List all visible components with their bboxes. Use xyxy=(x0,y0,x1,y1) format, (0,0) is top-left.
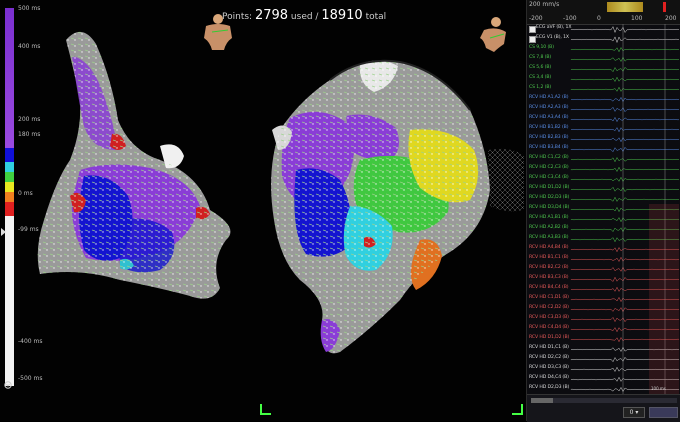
ecg-channel-row[interactable]: RCV HD C2,D2 (B) xyxy=(527,304,680,314)
ecg-channel-label: RCV HD D2,C2 (B) xyxy=(529,355,569,360)
ruler-tick-label: 100 xyxy=(631,15,643,22)
ecg-channel-row[interactable]: RCV HD B4,C4 (B) xyxy=(527,284,680,294)
ecg-channel-label: RCV HD C3,C4 (B) xyxy=(529,175,569,180)
ecg-channel-row[interactable]: RCV HD A3,A4 (B) xyxy=(527,114,680,124)
ecg-channel-label: RCV HD D4,C4 (B) xyxy=(529,375,569,380)
ecg-channel-row[interactable]: RCV HD D1,D2 (B) xyxy=(527,334,680,344)
ecg-channel-row[interactable]: RCV HD B1,C1 (B) xyxy=(527,254,680,264)
reference-marker[interactable] xyxy=(663,2,666,12)
right-chamber-map[interactable] xyxy=(271,59,524,354)
ecg-channel-row[interactable]: RCV HD C1,D1 (B) xyxy=(527,294,680,304)
ecg-channel-label: RCV HD A1,B1 (B) xyxy=(529,215,569,220)
ecg-channel-list[interactable]: ECG aVF (B), 1X ECG V1 (B), 1X CS 9,10 (B)… xyxy=(527,24,680,394)
zoom-select[interactable]: 0 ▾ xyxy=(623,407,645,418)
ecg-channel-label: RCV HD C4,D4 (B) xyxy=(529,325,569,330)
ecg-channel-row[interactable]: ECG aVF (B), 1X xyxy=(527,24,680,34)
ecg-channel-label: RCV HD A3,A4 (B) xyxy=(529,115,569,120)
ecg-channel-label: RCV HD A3,B3 (B) xyxy=(529,235,569,240)
ecg-channel-row[interactable]: RCV HD A3,B3 (B) xyxy=(527,234,680,244)
ecg-signal-panel[interactable]: 200 mm/s -200 -100 0 100 200 ECG aVF (B), 1X… xyxy=(526,0,680,422)
ecg-channel-label: CS 7,8 (B) xyxy=(529,55,552,60)
ecg-channel-label: RCV HD D1,C1 (B) xyxy=(529,345,569,350)
ecg-channel-row[interactable]: CS 9,10 (B) xyxy=(527,44,680,54)
channel-checkbox[interactable] xyxy=(529,36,536,43)
ecg-scrollbar[interactable] xyxy=(531,398,677,403)
ecg-channel-label: RCV HD B1,C1 (B) xyxy=(529,255,569,260)
ecg-channel-label: RCV HD D3,D4 (B) xyxy=(529,205,570,210)
ecg-channel-row[interactable]: RCV HD D3,C3 (B) xyxy=(527,364,680,374)
ecg-channel-label: RCV HD B4,C4 (B) xyxy=(529,285,569,290)
activation-maps[interactable] xyxy=(0,0,526,421)
ruler-tick-label: -200 xyxy=(529,15,543,22)
ecg-channel-row[interactable]: RCV HD A4,B4 (B) xyxy=(527,244,680,254)
scrollbar-thumb[interactable] xyxy=(531,398,553,403)
ecg-channel-row[interactable]: RCV HD D1,C1 (B) xyxy=(527,344,680,354)
ecg-channel-row[interactable]: RCV HD C4,D4 (B) xyxy=(527,324,680,334)
ecg-channel-label: RCV HD B1,B2 (B) xyxy=(529,125,569,130)
ruler-tick-label: 200 xyxy=(665,15,677,22)
ecg-channel-row[interactable]: RCV HD A2,B2 (B) xyxy=(527,224,680,234)
ecg-channel-row[interactable]: RCV HD B1,B2 (B) xyxy=(527,124,680,134)
ecg-channel-row[interactable]: CS 1,2 (B) xyxy=(527,84,680,94)
ruler-tick-label: 0 xyxy=(597,15,601,22)
ecg-channel-label: RCV HD D1,D2 (B) xyxy=(529,185,570,190)
ecg-channel-label: RCV HD A4,B4 (B) xyxy=(529,245,569,250)
ecg-channel-row[interactable]: RCV HD B2,C2 (B) xyxy=(527,264,680,274)
ecg-channel-label: CS 3,4 (B) xyxy=(529,75,552,80)
ecg-channel-row[interactable]: RCV HD B3,C3 (B) xyxy=(527,274,680,284)
sweep-speed-label: 200 mm/s xyxy=(529,1,560,8)
ecg-channel-row[interactable]: RCV HD A1,B1 (B) xyxy=(527,214,680,224)
ecg-channel-label: RCV HD B2,B3 (B) xyxy=(529,135,569,140)
ecg-channel-row[interactable]: RCV HD D3,D4 (B) xyxy=(527,204,680,214)
channel-checkbox[interactable] xyxy=(529,26,536,33)
left-chamber-map[interactable] xyxy=(37,31,231,299)
view-corner-marker xyxy=(260,404,271,415)
ecg-channel-row[interactable]: RCV HD B3,B4 (B) xyxy=(527,144,680,154)
ecg-channel-label: RCV HD B2,C2 (B) xyxy=(529,265,569,270)
ecg-channel-label: RCV HD D3,C3 (B) xyxy=(529,365,569,370)
ecg-channel-row[interactable]: RCV HD A2,A3 (B) xyxy=(527,104,680,114)
map-viewport[interactable]: 500 ms 400 ms 200 ms 180 ms 0 ms -99 ms -400 m… xyxy=(0,0,526,421)
ecg-channel-label: RCV HD A2,A3 (B) xyxy=(529,105,569,110)
ecg-controls: 0 ▾ xyxy=(527,394,680,422)
ecg-channel-row[interactable]: CS 7,8 (B) xyxy=(527,54,680,64)
ecg-channel-label: RCV HD C3,D3 (B) xyxy=(529,315,569,320)
zoom-value: 0 xyxy=(629,409,634,416)
ecg-channel-row[interactable]: RCV HD B2,B3 (B) xyxy=(527,134,680,144)
ecg-channel-row[interactable]: RCV HD D4,C4 (B) xyxy=(527,374,680,384)
ecg-channel-row[interactable]: CS 3,4 (B) xyxy=(527,74,680,84)
ecg-channel-row[interactable]: CS 5,6 (B) xyxy=(527,64,680,74)
ecg-channel-row[interactable]: RCV HD C3,D3 (B) xyxy=(527,314,680,324)
ecg-channel-row[interactable]: RCV HD D2,D3 (B) xyxy=(527,194,680,204)
apply-button[interactable] xyxy=(649,407,678,418)
ecg-channel-row[interactable]: RCV HD C1,C2 (B) xyxy=(527,154,680,164)
ecg-channel-label: ECG V1 (B), 1X xyxy=(536,35,569,40)
ecg-channel-row[interactable]: RCV HD D2,C2 (B) xyxy=(527,354,680,364)
ecg-channel-row[interactable]: RCV HD A1,A2 (B) xyxy=(527,94,680,104)
ecg-channel-label: CS 5,6 (B) xyxy=(529,65,552,70)
window-of-interest-marker[interactable] xyxy=(607,2,643,12)
ecg-channel-label: RCV HD D2,D3 (B) xyxy=(529,195,570,200)
ecg-channel-row[interactable]: ECG V1 (B), 1X xyxy=(527,34,680,44)
ruler-tick-label: -100 xyxy=(563,15,577,22)
ecg-channel-label: RCV HD B3,B4 (B) xyxy=(529,145,569,150)
ecg-channel-label: ECG aVF (B), 1X xyxy=(536,25,572,30)
ecg-channel-label: RCV HD D1,D2 (B) xyxy=(529,335,570,340)
ecg-channel-label: RCV HD B3,C3 (B) xyxy=(529,275,569,280)
ecg-channel-row[interactable]: RCV HD C2,C3 (B) xyxy=(527,164,680,174)
ecg-channel-label: RCV HD D2,D3 (B) xyxy=(529,385,570,390)
ecg-channel-label: CS 9,10 (B) xyxy=(529,45,554,50)
view-corner-marker-right xyxy=(512,404,523,415)
ecg-channel-label: RCV HD A2,B2 (B) xyxy=(529,225,569,230)
ecg-channel-row[interactable]: RCV HD C3,C4 (B) xyxy=(527,174,680,184)
ecg-channel-label: RCV HD C1,D1 (B) xyxy=(529,295,569,300)
ecg-channel-label: RCV HD C2,C3 (B) xyxy=(529,165,569,170)
ecg-channel-label: CS 1,2 (B) xyxy=(529,85,552,90)
time-scale-label: 100 ms xyxy=(651,386,666,391)
ecg-channel-label: RCV HD C1,C2 (B) xyxy=(529,155,569,160)
time-ruler[interactable]: 200 mm/s -200 -100 0 100 200 xyxy=(527,0,680,25)
ecg-channel-label: RCV HD A1,A2 (B) xyxy=(529,95,569,100)
ecg-channel-row[interactable]: RCV HD D1,D2 (B) xyxy=(527,184,680,194)
ecg-channel-label: RCV HD C2,D2 (B) xyxy=(529,305,569,310)
